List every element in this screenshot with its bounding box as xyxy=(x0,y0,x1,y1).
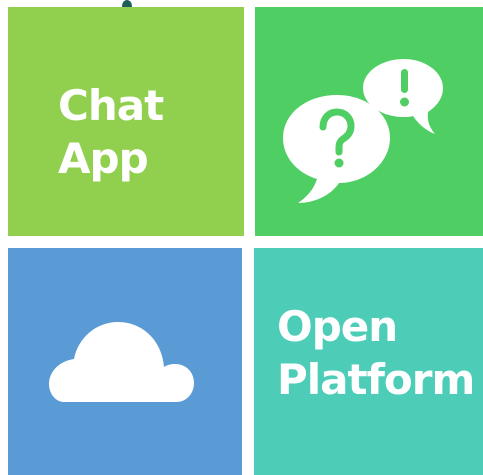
cloud-icon xyxy=(49,322,194,402)
chat-app-title-line1: Chat xyxy=(58,81,164,130)
chat-app-title-line2: App xyxy=(58,134,149,183)
chat-app-title: Chat App xyxy=(58,79,164,185)
tile-dashboard: Chat App Open Platform xyxy=(0,0,483,475)
open-platform-title-line2: Platform xyxy=(277,355,475,404)
open-platform-title-line1: Open xyxy=(277,302,398,351)
speech-bubbles-question-exclamation-icon xyxy=(283,59,443,203)
open-platform-title: Open Platform xyxy=(277,300,475,406)
open-platform-tile[interactable]: Open Platform xyxy=(254,248,483,475)
cloud-tile[interactable] xyxy=(8,248,242,475)
speech-bubbles-tile[interactable] xyxy=(255,7,483,236)
chat-app-tile[interactable]: Chat App xyxy=(8,7,244,236)
